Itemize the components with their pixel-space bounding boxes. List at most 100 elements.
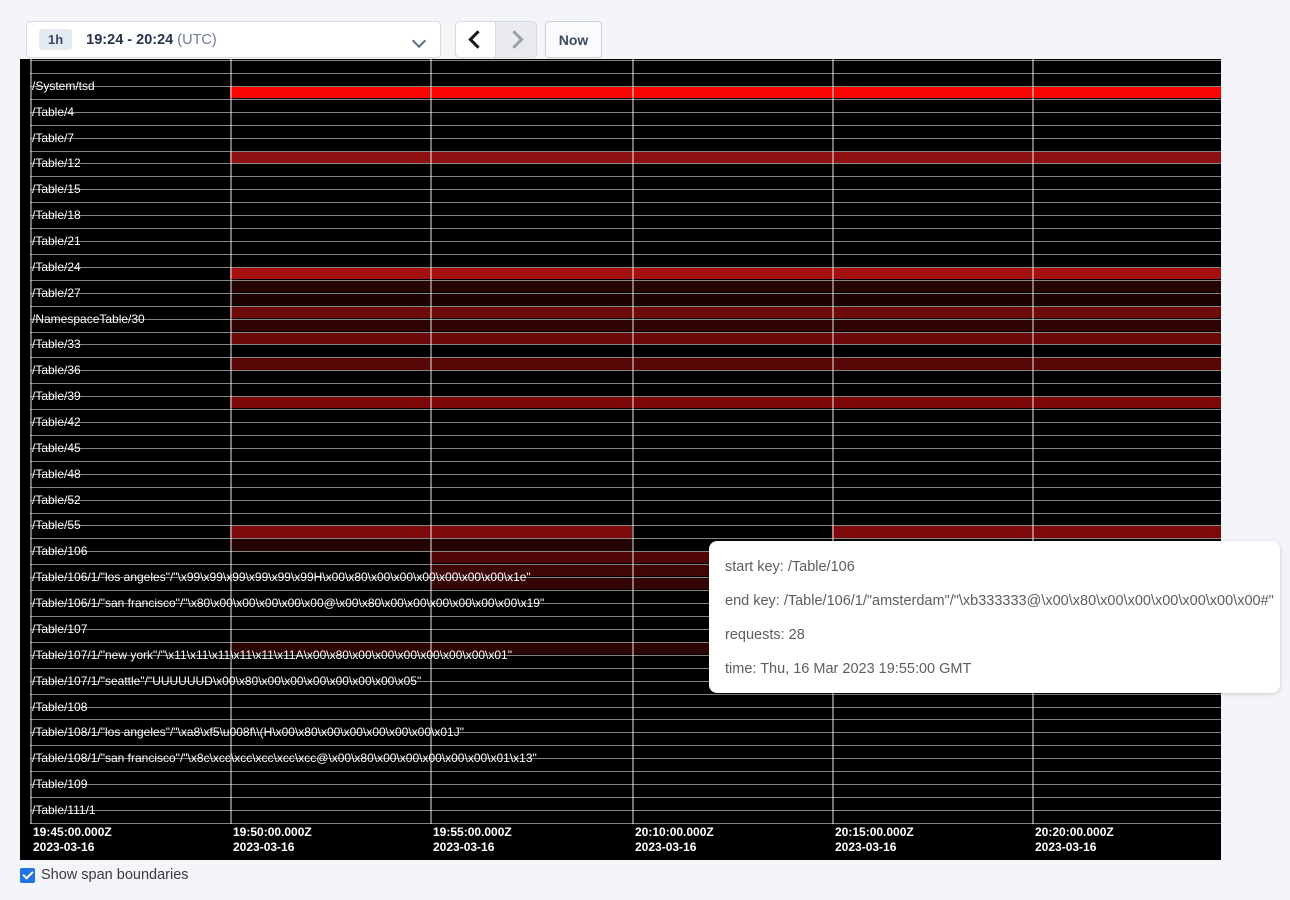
span-boundary-line <box>30 267 1221 268</box>
span-boundary-line <box>30 215 1221 216</box>
toolbar: 1h 19:24 - 20:24 (UTC) Now <box>0 0 1290 59</box>
span-boundary-line <box>30 241 1221 242</box>
row-label: /Table/24 <box>32 260 81 274</box>
chevron-right-icon <box>505 30 523 48</box>
span-boundary-line <box>30 719 1221 720</box>
span-boundary-line <box>30 99 1221 100</box>
axis-tick-date: 2023-03-16 <box>835 840 896 854</box>
range-times: 19:24 - 20:24 <box>86 32 177 48</box>
row-label: /Table/12 <box>32 156 81 170</box>
span-boundary-line <box>30 797 1221 798</box>
span-boundary-line <box>30 344 1221 345</box>
span-boundary-line <box>30 163 1221 164</box>
axis-tick-time: 20:20:00.000Z <box>1035 825 1114 839</box>
range-nav-group <box>455 21 537 58</box>
row-label: /Table/106/1/"san francisco"/"\x80\x00\x… <box>32 596 544 610</box>
span-boundary-line <box>30 280 1221 281</box>
span-boundary-line <box>30 332 1221 333</box>
heat-band <box>832 526 1221 537</box>
span-boundary-line <box>30 435 1221 436</box>
heat-band <box>230 320 1221 331</box>
row-label: /Table/21 <box>32 234 81 248</box>
show-span-boundaries-control: Show span boundaries <box>20 867 189 883</box>
heat-band <box>230 281 1221 292</box>
span-boundary-line <box>30 784 1221 785</box>
tooltip-start-key: start key: /Table/106 <box>725 550 1264 584</box>
show-span-boundaries-label: Show span boundaries <box>41 867 189 883</box>
heat-band <box>230 294 1221 305</box>
heat-band <box>230 87 1221 98</box>
span-boundary-line <box>30 151 1221 152</box>
grid-line <box>430 59 432 824</box>
row-label: /Table/36 <box>32 363 81 377</box>
span-boundary-line <box>30 176 1221 177</box>
range-utc-suffix: (UTC) <box>177 32 216 48</box>
span-boundary-line <box>30 383 1221 384</box>
row-label: /Table/39 <box>32 389 81 403</box>
row-label: /Table/106/1/"los angeles"/"\x99\x99\x99… <box>32 570 531 584</box>
axis-tick-date: 2023-03-16 <box>33 840 94 854</box>
span-boundary-line <box>30 125 1221 126</box>
span-boundary-line <box>30 73 1221 74</box>
heat-band <box>230 333 1221 344</box>
axis-tick-date: 2023-03-16 <box>635 840 696 854</box>
span-boundary-line <box>30 461 1221 462</box>
heat-band <box>230 358 1221 369</box>
span-boundary-line <box>30 293 1221 294</box>
row-label: /Table/106 <box>32 544 87 558</box>
span-boundary-line <box>30 525 1221 526</box>
show-span-boundaries-checkbox[interactable] <box>20 868 35 883</box>
span-boundary-line <box>30 202 1221 203</box>
chevron-down-icon <box>412 34 426 48</box>
grid-line <box>1032 59 1034 824</box>
span-boundary-line <box>30 319 1221 320</box>
span-boundary-line <box>30 86 1221 87</box>
span-boundary-line <box>30 422 1221 423</box>
key-visualizer-canvas[interactable]: /System/tsd/Table/4/Table/7/Table/12/Tab… <box>20 59 1221 860</box>
span-boundary-line <box>30 448 1221 449</box>
row-label: /Table/108/1/"san francisco"/"\x8c\xcc\x… <box>32 751 537 765</box>
hover-tooltip: start key: /Table/106 end key: /Table/10… <box>709 541 1280 693</box>
axis-tick-time: 19:55:00.000Z <box>433 825 512 839</box>
span-boundary-line <box>30 771 1221 772</box>
span-boundary-line <box>30 707 1221 708</box>
grid-line <box>632 59 634 824</box>
row-label: /Table/45 <box>32 441 81 455</box>
span-boundary-line <box>30 306 1221 307</box>
heat-band <box>230 307 1221 318</box>
span-boundary-line <box>30 745 1221 746</box>
span-boundary-line <box>30 500 1221 501</box>
row-label: /Table/18 <box>32 208 81 222</box>
row-label: /System/tsd <box>32 79 95 93</box>
span-boundary-line <box>30 112 1221 113</box>
row-label: /Table/107/1/"new york"/"\x11\x11\x11\x1… <box>32 648 512 662</box>
prev-range-button[interactable] <box>455 21 496 58</box>
time-range-dropdown[interactable]: 1h 19:24 - 20:24 (UTC) <box>26 21 441 58</box>
heat-band <box>230 268 1221 279</box>
span-boundary-line <box>30 513 1221 514</box>
row-label: /NamespaceTable/30 <box>32 312 145 326</box>
span-boundary-line <box>30 409 1221 410</box>
axis-tick-date: 2023-03-16 <box>433 840 494 854</box>
span-boundary-line <box>30 370 1221 371</box>
chevron-left-icon <box>468 30 486 48</box>
span-boundary-line <box>30 396 1221 397</box>
row-label: /Table/108/1/"los angeles"/"\xa8\xf5\u00… <box>32 725 464 739</box>
axis-tick-date: 2023-03-16 <box>1035 840 1096 854</box>
row-label: /Table/33 <box>32 337 81 351</box>
row-label: /Table/4 <box>32 105 74 119</box>
tooltip-requests: requests: 28 <box>725 618 1264 652</box>
row-label: /Table/111/1 <box>32 803 96 817</box>
range-text: 19:24 - 20:24 (UTC) <box>86 32 217 48</box>
heat-band <box>230 152 1221 163</box>
check-icon <box>22 868 33 879</box>
tooltip-end-key: end key: /Table/106/1/"amsterdam"/"\xb33… <box>725 584 1264 618</box>
row-label: /Table/42 <box>32 415 81 429</box>
row-label: /Table/109 <box>32 777 87 791</box>
span-boundary-line <box>30 228 1221 229</box>
row-label: /Table/27 <box>32 286 81 300</box>
span-boundary-line <box>30 694 1221 695</box>
now-button[interactable]: Now <box>545 21 602 58</box>
axis-tick-time: 19:45:00.000Z <box>33 825 112 839</box>
next-range-button[interactable] <box>496 21 537 58</box>
